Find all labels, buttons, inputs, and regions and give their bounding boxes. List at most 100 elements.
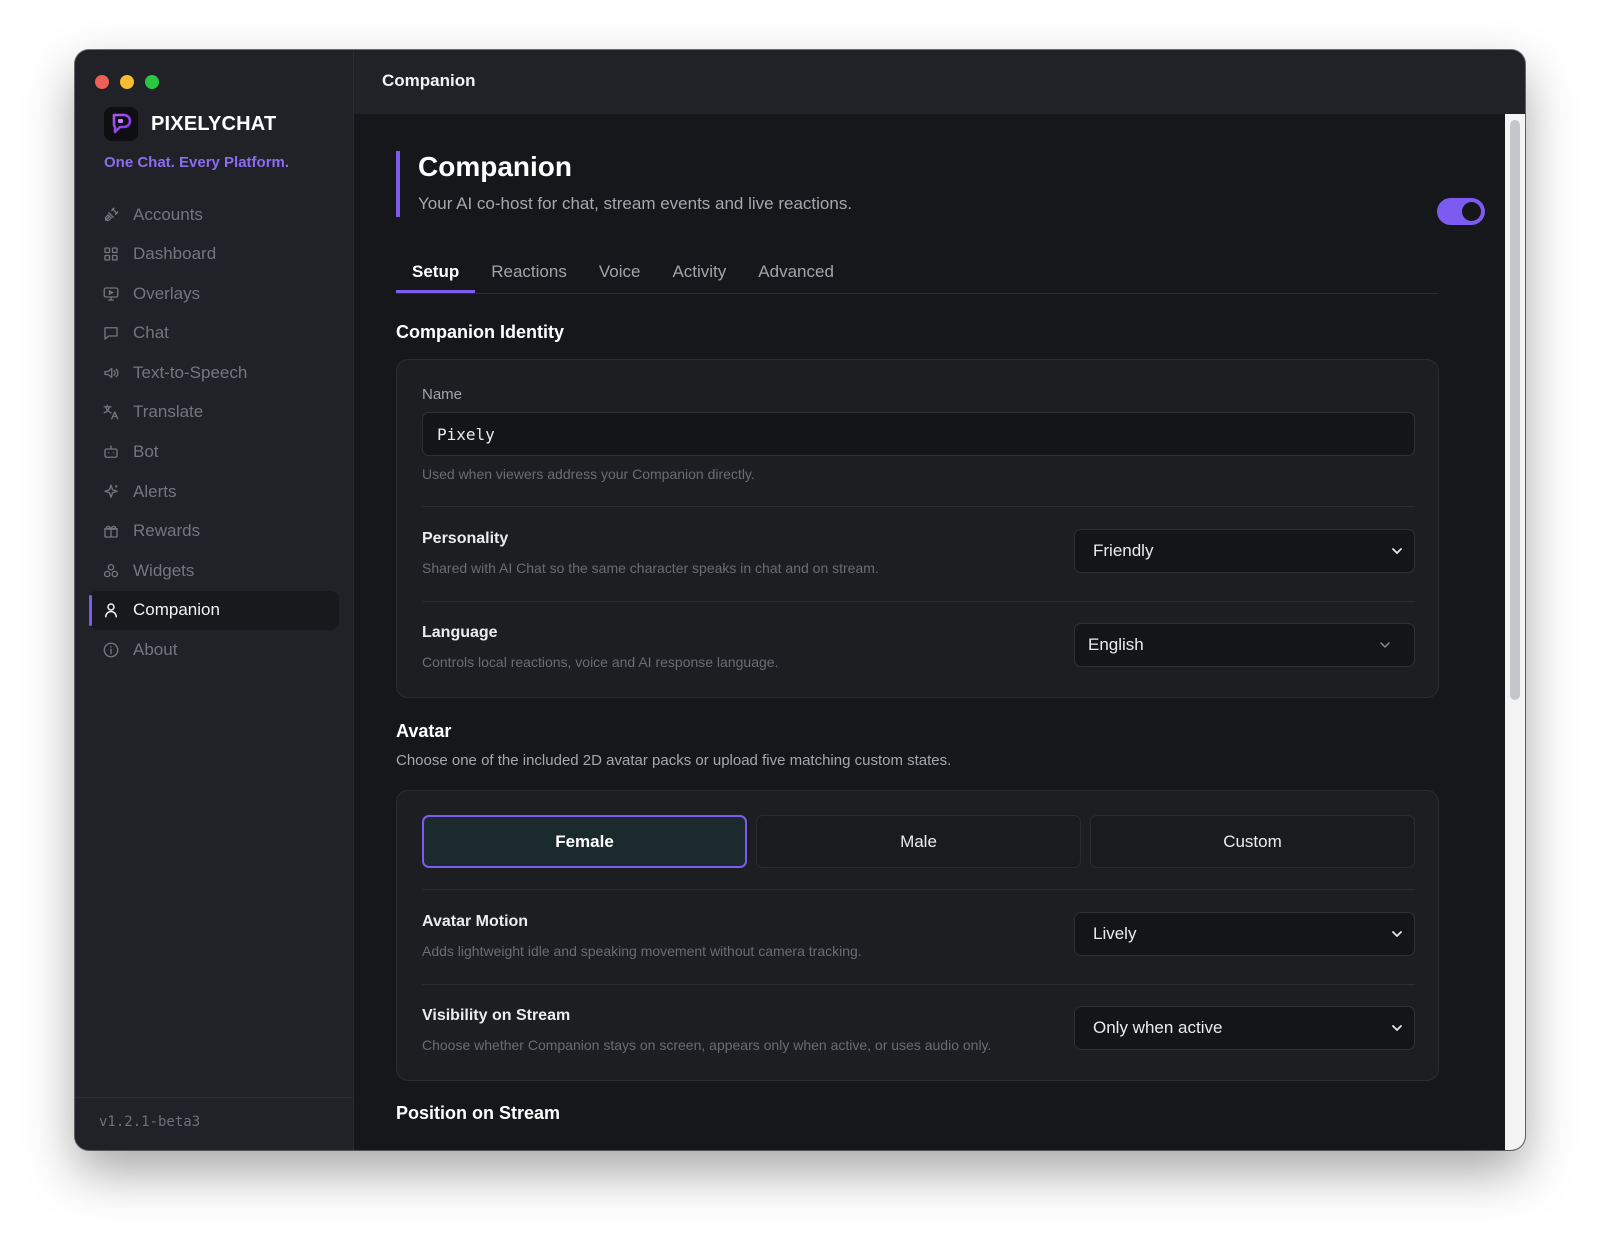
- visibility-label: Visibility on Stream: [422, 1007, 571, 1024]
- sidebar-item-dashboard[interactable]: Dashboard: [89, 235, 339, 274]
- scrollbar-thumb[interactable]: [1510, 120, 1520, 700]
- sidebar-item-overlays[interactable]: Overlays: [89, 274, 339, 313]
- personality-label: Personality: [422, 530, 509, 547]
- name-helper-text: Used when viewers address your Companion…: [422, 466, 755, 482]
- avatar-section-title: Avatar: [396, 721, 452, 741]
- pixelychat-logo-icon: [104, 107, 138, 141]
- title-bar: Companion: [354, 50, 1525, 114]
- personality-select[interactable]: Friendly: [1074, 529, 1415, 573]
- position-section-title: Position on Stream: [396, 1103, 561, 1123]
- brand: PIXELYCHAT: [104, 107, 276, 141]
- sidebar-item-widgets[interactable]: Widgets: [89, 551, 339, 590]
- chevron-down-icon: [1392, 1025, 1402, 1031]
- avatar-motion-label: Avatar Motion: [422, 913, 529, 930]
- sidebar-item-rewards[interactable]: Rewards: [89, 512, 339, 551]
- avatar-option-custom[interactable]: Custom: [1090, 815, 1415, 868]
- visibility-select[interactable]: Only when active: [1074, 1006, 1415, 1050]
- sparkle-icon: [104, 484, 118, 498]
- sidebar: PIXELYCHAT One Chat. Every Platform. Acc…: [75, 50, 354, 1150]
- name-input[interactable]: [422, 412, 1415, 456]
- page-header: Companion Your AI co-host for chat, stre…: [396, 151, 1485, 225]
- sidebar-item-text-to-speech[interactable]: Text-to-Speech: [89, 353, 339, 392]
- divider: [422, 889, 1415, 890]
- sidebar-nav: Accounts Dashboard Overlays Chat Text-to…: [89, 195, 339, 670]
- sidebar-item-label: Accounts: [133, 204, 203, 224]
- sidebar-item-label: Overlays: [133, 283, 201, 303]
- chevron-down-icon: [1380, 642, 1390, 648]
- toggle-knob: [1462, 202, 1481, 221]
- avatar-motion-select-value: Lively: [1093, 924, 1137, 943]
- avatar-section-description: Choose one of the included 2D avatar pac…: [396, 752, 952, 769]
- sidebar-item-label: Bot: [133, 442, 159, 462]
- app-version: v1.2.1-beta3: [99, 1114, 201, 1130]
- visibility-description: Choose whether Companion stays on screen…: [422, 1037, 992, 1053]
- window-title: Companion: [382, 71, 476, 90]
- vertical-scrollbar[interactable]: [1505, 114, 1525, 1150]
- translate-icon: [103, 405, 119, 420]
- brand-name: PIXELYCHAT: [151, 112, 277, 135]
- app-window: PIXELYCHAT One Chat. Every Platform. Acc…: [75, 50, 1525, 1150]
- sidebar-item-bot[interactable]: Bot: [89, 433, 339, 472]
- chevron-down-icon: [1392, 931, 1402, 937]
- brand-tagline: One Chat. Every Platform.: [104, 154, 290, 171]
- sidebar-item-alerts[interactable]: Alerts: [89, 472, 339, 511]
- tab-advanced[interactable]: Advanced: [742, 250, 850, 293]
- sidebar-item-chat[interactable]: Chat: [89, 314, 339, 353]
- main-content: Companion Your AI co-host for chat, stre…: [354, 114, 1505, 1150]
- tab-bar: Setup Reactions Voice Activity Advanced: [396, 250, 1439, 294]
- name-label: Name: [422, 386, 463, 403]
- personality-description: Shared with AI Chat so the same characte…: [422, 560, 879, 576]
- identity-card: Name Used when viewers address your Comp…: [396, 359, 1439, 698]
- sidebar-item-label: Rewards: [133, 521, 201, 541]
- gift-icon: [104, 525, 118, 538]
- visibility-select-value: Only when active: [1093, 1018, 1223, 1037]
- window-controls: [95, 75, 159, 89]
- sidebar-item-label: Text-to-Speech: [133, 362, 248, 382]
- tab-activity[interactable]: Activity: [656, 250, 742, 293]
- sidebar-footer: v1.2.1-beta3: [75, 1097, 353, 1150]
- monitor-icon: [103, 287, 119, 301]
- tab-voice[interactable]: Voice: [583, 250, 657, 293]
- language-description: Controls local reactions, voice and AI r…: [422, 654, 779, 670]
- sidebar-item-label: About: [133, 640, 178, 660]
- info-icon: [103, 642, 119, 658]
- zoom-window-button[interactable]: [145, 75, 159, 89]
- language-label: Language: [422, 624, 498, 641]
- divider: [422, 506, 1415, 507]
- sidebar-item-label: Alerts: [133, 481, 177, 501]
- avatar-motion-description: Adds lightweight idle and speaking movem…: [422, 943, 862, 959]
- language-select-value: English: [1088, 635, 1144, 654]
- page-title: Companion: [418, 151, 572, 182]
- speaker-icon: [104, 367, 119, 379]
- identity-section-title: Companion Identity: [396, 322, 564, 342]
- plug-icon: [104, 207, 119, 221]
- sidebar-item-label: Chat: [133, 323, 169, 343]
- companion-enable-toggle[interactable]: [1437, 198, 1485, 225]
- bot-icon: [104, 445, 118, 458]
- avatar-option-female[interactable]: Female: [422, 815, 747, 868]
- chat-icon: [104, 327, 118, 340]
- sidebar-item-translate[interactable]: Translate: [89, 393, 339, 432]
- avatar-motion-select[interactable]: Lively: [1074, 912, 1415, 956]
- divider: [422, 984, 1415, 985]
- chevron-down-icon: [1392, 548, 1402, 554]
- tab-setup[interactable]: Setup: [396, 250, 476, 293]
- page-subtitle: Your AI co-host for chat, stream events …: [418, 194, 853, 213]
- tab-reactions[interactable]: Reactions: [475, 250, 583, 293]
- close-window-button[interactable]: [95, 75, 109, 89]
- sidebar-item-label: Widgets: [133, 560, 195, 580]
- avatar-card: Female Male Custom Avatar Motion Adds li…: [396, 790, 1439, 1081]
- personality-select-value: Friendly: [1093, 541, 1154, 560]
- user-icon: [105, 603, 117, 618]
- widgets-icon: [103, 563, 119, 578]
- sidebar-item-label: Dashboard: [133, 244, 217, 264]
- sidebar-item-label: Companion: [133, 600, 220, 620]
- minimize-window-button[interactable]: [120, 75, 134, 89]
- sidebar-item-label: Translate: [133, 402, 204, 422]
- sidebar-item-about[interactable]: About: [89, 631, 339, 670]
- avatar-option-male[interactable]: Male: [756, 815, 1081, 868]
- sidebar-item-accounts[interactable]: Accounts: [89, 195, 339, 234]
- language-select[interactable]: English: [1074, 623, 1415, 667]
- grid-icon: [104, 247, 118, 261]
- sidebar-item-companion[interactable]: Companion: [89, 590, 339, 630]
